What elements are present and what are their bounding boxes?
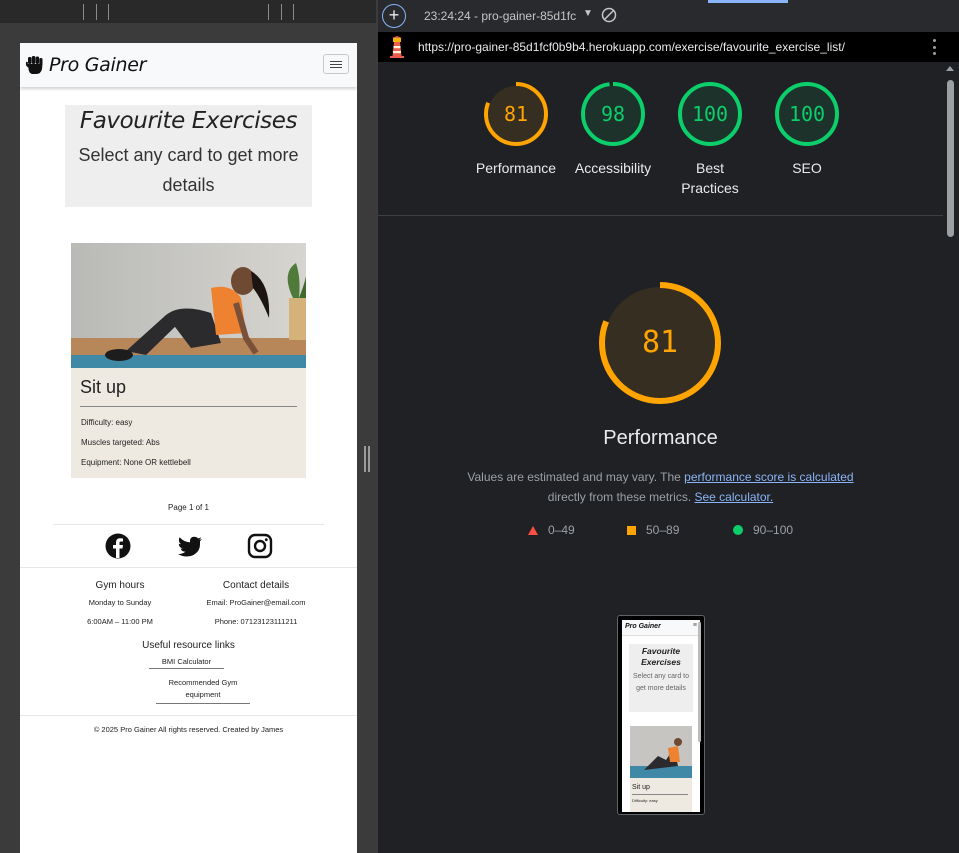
new-report-button[interactable]: + <box>382 4 406 28</box>
performance-title: Performance <box>603 427 718 449</box>
gym-times: 6:00AM – 11:00 PM <box>87 617 153 626</box>
chevron-down-icon[interactable]: ▼ <box>583 8 593 19</box>
gauge-score: 100 <box>691 102 729 126</box>
card-difficulty: Difficulty: easy <box>81 418 133 427</box>
divider <box>20 715 357 716</box>
final-screenshot-thumbnail[interactable]: Pro Gainer ≡ Favourite Exercises Select … <box>617 615 705 815</box>
thumbnail-scrollbar <box>698 622 701 742</box>
desc-text: Values are estimated and may vary. The <box>467 470 685 484</box>
toolbar-divider <box>96 4 97 20</box>
triangle-icon <box>528 525 538 535</box>
performance-score-large: 81 <box>641 325 679 360</box>
twitter-icon[interactable] <box>177 533 203 559</box>
fist-icon <box>26 56 43 74</box>
thumbnail-card-title: Sit up <box>632 784 650 791</box>
toolbar-divider <box>268 4 269 20</box>
thumbnail-image <box>630 726 692 778</box>
copyright-text: © 2025 Pro Gainer All rights reserved. C… <box>93 725 284 734</box>
gauge-score: 98 <box>600 102 626 126</box>
see-calculator-link[interactable]: See calculator. <box>695 490 774 504</box>
clear-icon[interactable] <box>601 7 617 23</box>
report-select[interactable]: 23:24:24 - pro-gainer-85d1fc <box>424 9 576 23</box>
thumbnail-navbar: Pro Gainer ≡ <box>622 620 700 636</box>
thumbnail-card-line: Difficulty: easy <box>632 798 658 803</box>
brand-link[interactable]: Pro Gainer <box>26 54 146 76</box>
thumbnail-header: Favourite Exercises Select any card to g… <box>629 644 693 712</box>
exercise-image <box>71 243 306 368</box>
tab-accent <box>708 0 788 3</box>
site-navbar: Pro Gainer <box>20 43 357 87</box>
pagination-text: Page 1 of 1 <box>168 503 209 512</box>
menu-icon: ≡ <box>692 622 697 629</box>
links-heading: Useful resource links <box>142 640 235 651</box>
navbar-toggle-button[interactable] <box>323 54 349 74</box>
gauge-label: Performance <box>475 160 557 176</box>
circle-icon <box>733 525 743 535</box>
legend-label: 0–49 <box>548 523 575 537</box>
exercise-card[interactable]: Sit up Difficulty: easy Muscles targeted… <box>71 243 306 478</box>
bmi-calculator-link[interactable]: BMI Calculator <box>149 657 224 669</box>
divider <box>378 215 943 216</box>
thumbnail-card: Sit up Difficulty: easy <box>630 726 692 812</box>
card-title: Sit up <box>80 377 127 397</box>
square-icon <box>627 525 636 535</box>
more-options-icon[interactable] <box>933 39 937 55</box>
gauge-score: 100 <box>788 102 826 126</box>
score-calculated-link[interactable]: performance score is calculated <box>684 470 853 484</box>
pane-resize-handle[interactable] <box>364 446 372 472</box>
thumbnail-title: Favourite Exercises <box>641 646 681 667</box>
page-header-box: Favourite Exercises Select any card to g… <box>65 105 312 207</box>
facebook-icon[interactable] <box>105 533 131 559</box>
thumbnail-subtitle: Select any card to get more details <box>632 673 690 692</box>
device-toolbar <box>0 0 376 24</box>
gauge-score: 81 <box>503 102 529 126</box>
device-emulation-pane: Pro Gainer Favourite Exercises Select an… <box>0 0 376 853</box>
card-divider <box>80 406 297 407</box>
gym-days: Monday to Sunday <box>88 598 152 607</box>
score-description: Values are estimated and may vary. The p… <box>378 467 943 507</box>
url-bar: https://pro-gainer-85d1fcf0b9b4.herokuap… <box>378 32 959 62</box>
legend-fail: 0–49 <box>528 523 575 537</box>
desc-text: directly from these metrics. <box>547 490 692 504</box>
toolbar-divider <box>108 4 109 20</box>
thumbnail-brand: Pro Gainer <box>625 623 661 630</box>
report-url: https://pro-gainer-85d1fcf0b9b4.herokuap… <box>418 40 845 54</box>
gauge-performance[interactable]: 81 Performance <box>471 82 561 178</box>
gauge-seo[interactable]: 100 SEO <box>762 82 852 178</box>
toolbar-divider <box>281 4 282 20</box>
toolbar-divider <box>83 4 84 20</box>
gym-equipment-link[interactable]: Recommended Gym equipment <box>156 677 250 704</box>
page-subtitle: Select any card to get more details <box>78 145 299 195</box>
thumbnail-screen: Pro Gainer ≡ Favourite Exercises Select … <box>622 620 700 812</box>
card-equipment: Equipment: None OR kettlebell <box>81 458 191 467</box>
scrollbar-thumb[interactable] <box>947 80 954 237</box>
brand-name: Pro Gainer <box>49 54 147 76</box>
lighthouse-icon <box>390 36 404 58</box>
scroll-up-arrow[interactable] <box>946 66 954 71</box>
legend-label: 90–100 <box>753 523 794 537</box>
divider <box>20 567 357 568</box>
lighthouse-panel: + 23:24:24 - pro-gainer-85d1fc ▼ https:/… <box>378 0 959 853</box>
lighthouse-toolbar: + 23:24:24 - pro-gainer-85d1fc ▼ <box>378 0 959 32</box>
card-muscles: Muscles targeted: Abs <box>81 438 160 447</box>
gauge-label: SEO <box>792 160 822 176</box>
legend-average: 50–89 <box>627 523 679 537</box>
contact-phone: Phone: 07123123111211 <box>214 617 298 626</box>
gauge-best-practices[interactable]: 100 Best Practices <box>665 82 755 198</box>
divider <box>53 524 324 525</box>
gauge-label: Best Practices <box>681 160 739 196</box>
gauge-label: Accessibility <box>574 160 652 176</box>
gauge-accessibility[interactable]: 98 Accessibility <box>568 82 658 178</box>
legend-label: 50–89 <box>646 523 680 537</box>
divider <box>632 794 688 795</box>
contact-heading: Contact details <box>222 580 290 591</box>
toolbar-divider <box>293 4 294 20</box>
instagram-icon[interactable] <box>247 533 273 559</box>
emulated-page: Pro Gainer Favourite Exercises Select an… <box>20 43 357 853</box>
legend-pass: 90–100 <box>733 523 793 537</box>
gym-hours-heading: Gym hours <box>95 580 145 591</box>
page-title: Favourite Exercises <box>79 108 298 134</box>
social-links <box>20 533 357 559</box>
contact-email: Email: ProGainer@email.com <box>206 598 306 607</box>
